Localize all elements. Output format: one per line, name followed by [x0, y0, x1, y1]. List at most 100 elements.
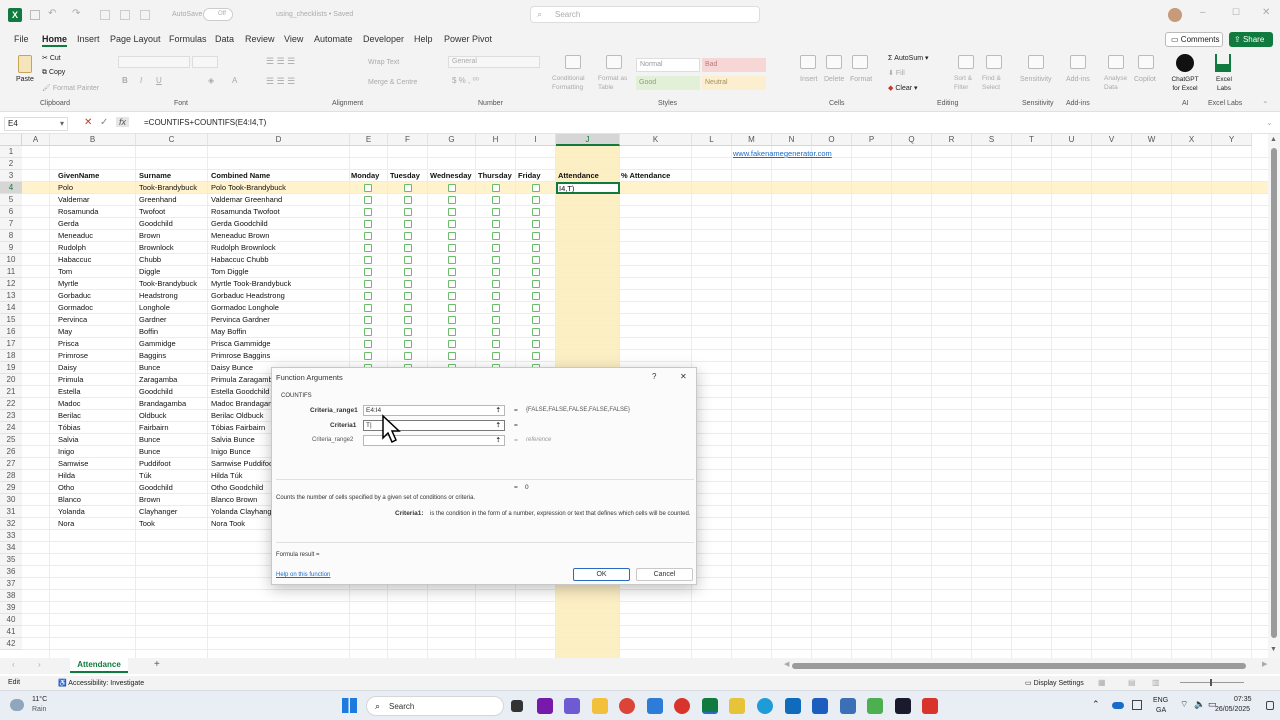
- column-header[interactable]: Q: [892, 134, 932, 146]
- accessibility-status[interactable]: ♿ Accessibility: Investigate: [58, 679, 144, 687]
- task-view-icon[interactable]: [511, 700, 523, 712]
- surname-cell[interactable]: Gammidge: [139, 338, 176, 350]
- file-explorer-icon[interactable]: [592, 698, 608, 714]
- combined-name-cell[interactable]: Prisca Gammidge: [211, 338, 271, 350]
- attendance-checkbox[interactable]: [492, 316, 500, 324]
- attendance-checkbox[interactable]: [364, 352, 372, 360]
- edge-icon[interactable]: [757, 698, 773, 714]
- attendance-checkbox[interactable]: [448, 292, 456, 300]
- attendance-checkbox[interactable]: [448, 208, 456, 216]
- chatgpt-icon[interactable]: [1176, 54, 1194, 72]
- column-header[interactable]: J: [556, 134, 620, 146]
- quick-access-icon[interactable]: [120, 10, 130, 20]
- header-cell-combined[interactable]: Combined Name: [211, 170, 270, 182]
- surname-cell[interactable]: Túk: [139, 470, 152, 482]
- attendance-checkbox[interactable]: [448, 244, 456, 252]
- name-box[interactable]: E4 ▾: [4, 117, 68, 131]
- attendance-checkbox[interactable]: [404, 280, 412, 288]
- column-header[interactable]: E: [350, 134, 388, 146]
- row-header[interactable]: 7: [0, 218, 22, 230]
- style-normal[interactable]: Normal: [636, 58, 700, 72]
- attendance-checkbox[interactable]: [404, 304, 412, 312]
- attendance-checkbox[interactable]: [532, 352, 540, 360]
- attendance-checkbox[interactable]: [364, 280, 372, 288]
- style-neutral[interactable]: Neutral: [702, 76, 766, 90]
- attendance-checkbox[interactable]: [532, 256, 540, 264]
- attendance-checkbox[interactable]: [404, 328, 412, 336]
- excel-labs-button[interactable]: Excel Labs: [1212, 75, 1236, 93]
- insert-cells-icon[interactable]: [800, 55, 816, 69]
- combined-name-cell[interactable]: Daisy Bunce: [211, 362, 253, 374]
- attendance-checkbox[interactable]: [448, 328, 456, 336]
- autosave-toggle[interactable]: Off: [203, 8, 233, 21]
- link-cell[interactable]: www.fakenamegenerator.com: [733, 148, 832, 160]
- attendance-checkbox[interactable]: [532, 232, 540, 240]
- row-header[interactable]: 30: [0, 494, 22, 506]
- avatar[interactable]: [1168, 8, 1182, 22]
- attendance-checkbox[interactable]: [492, 184, 500, 192]
- redo-icon[interactable]: ↷: [72, 8, 80, 19]
- attendance-checkbox[interactable]: [532, 316, 540, 324]
- surname-cell[interactable]: Greenhand: [139, 194, 177, 206]
- conditional-formatting-button[interactable]: Conditional Formatting: [552, 74, 592, 92]
- attendance-checkbox[interactable]: [492, 340, 500, 348]
- row-header[interactable]: 1: [0, 146, 22, 158]
- tab-page-layout[interactable]: Page Layout: [110, 34, 161, 44]
- pdf-icon[interactable]: [674, 698, 690, 714]
- sensitivity-icon[interactable]: [1028, 55, 1044, 69]
- fill-color-icon[interactable]: ◈: [208, 76, 214, 85]
- align-icons-row2[interactable]: ☰ ☰ ☰: [266, 76, 295, 87]
- combined-name-cell[interactable]: Habaccuc Chubb: [211, 254, 269, 266]
- row-header[interactable]: 9: [0, 242, 22, 254]
- row-header[interactable]: 34: [0, 542, 22, 554]
- surname-cell[interactable]: Goodchild: [139, 386, 173, 398]
- style-good[interactable]: Good: [636, 76, 700, 90]
- insert-function-icon[interactable]: fx: [116, 117, 130, 127]
- page-break-view-icon[interactable]: ▥: [1152, 678, 1160, 687]
- cut-button[interactable]: ✂ Cut: [42, 54, 61, 62]
- attendance-checkbox[interactable]: [404, 184, 412, 192]
- row-header[interactable]: 42: [0, 638, 22, 650]
- attendance-checkbox[interactable]: [364, 328, 372, 336]
- attendance-checkbox[interactable]: [448, 352, 456, 360]
- combined-name-cell[interactable]: Madoc Brandagamba: [211, 398, 271, 410]
- surname-cell[interactable]: Boffin: [139, 326, 158, 338]
- autosum-button[interactable]: Σ AutoSum ▾: [888, 54, 929, 62]
- attendance-checkbox[interactable]: [364, 256, 372, 264]
- given-name-cell[interactable]: Habaccuc: [58, 254, 91, 266]
- given-name-cell[interactable]: Madoc: [58, 398, 81, 410]
- row-header[interactable]: 28: [0, 470, 22, 482]
- cancel-button[interactable]: Cancel: [636, 568, 693, 581]
- search-box[interactable]: ⌕ Search: [530, 6, 760, 23]
- outlook-icon[interactable]: [785, 698, 801, 714]
- surname-cell[interactable]: Took-Brandybuck: [139, 182, 197, 194]
- format-as-table-button[interactable]: Format as Table: [598, 74, 632, 92]
- column-header[interactable]: R: [932, 134, 972, 146]
- surname-cell[interactable]: Brandagamba: [139, 398, 186, 410]
- prev-sheet-icon[interactable]: ‹: [12, 660, 15, 669]
- row-header[interactable]: 37: [0, 578, 22, 590]
- start-icon[interactable]: [342, 698, 357, 713]
- save-icon[interactable]: [30, 10, 40, 20]
- bold-button[interactable]: B: [122, 76, 128, 85]
- conditional-formatting-icon[interactable]: [565, 55, 581, 69]
- tab-insert[interactable]: Insert: [77, 34, 100, 44]
- row-header[interactable]: 16: [0, 326, 22, 338]
- combined-name-cell[interactable]: Samwise Puddifoot: [211, 458, 271, 470]
- tab-formulas[interactable]: Formulas: [169, 34, 207, 44]
- find-select-button[interactable]: Find & Select: [982, 74, 1008, 92]
- combined-name-cell[interactable]: Gerda Goodchild: [211, 218, 268, 230]
- row-header[interactable]: 40: [0, 614, 22, 626]
- tab-view[interactable]: View: [284, 34, 303, 44]
- row-header[interactable]: 25: [0, 434, 22, 446]
- share-button[interactable]: ⇪ Share: [1229, 32, 1273, 47]
- row-header[interactable]: 29: [0, 482, 22, 494]
- row-header[interactable]: 27: [0, 458, 22, 470]
- row-header[interactable]: 22: [0, 398, 22, 410]
- clock-time[interactable]: 07:35: [1234, 696, 1252, 703]
- attendance-checkbox[interactable]: [448, 268, 456, 276]
- quick-access-icon[interactable]: [140, 10, 150, 20]
- attendance-checkbox[interactable]: [448, 280, 456, 288]
- row-header[interactable]: 26: [0, 446, 22, 458]
- tab-help[interactable]: Help: [414, 34, 433, 44]
